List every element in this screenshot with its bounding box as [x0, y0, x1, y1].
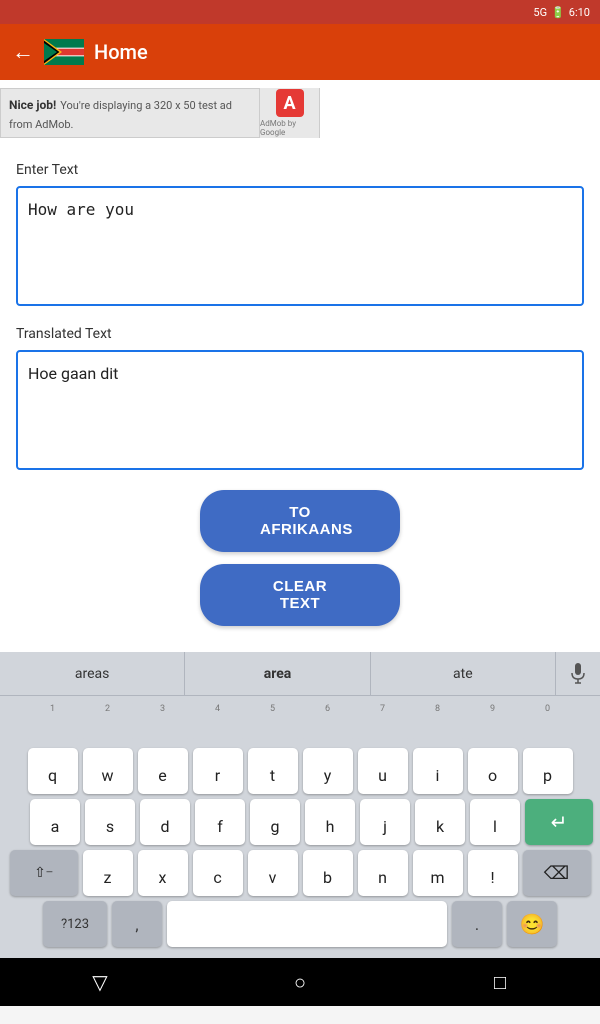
admob-logo: A AdMob by Google [259, 88, 319, 138]
key-exclaim[interactable]: ! [468, 850, 518, 896]
key-q[interactable]: q [28, 748, 78, 794]
key-u-num[interactable]: 7 [358, 701, 408, 743]
key-n[interactable]: n [358, 850, 408, 896]
clear-button[interactable]: CLEAR TEXT [200, 564, 400, 626]
mic-button[interactable] [556, 652, 600, 695]
back-button[interactable]: ← [12, 39, 34, 65]
ad-container: Nice job! You're displaying a 320 x 50 t… [0, 80, 600, 146]
signal-indicator: 5G [533, 6, 547, 19]
key-f[interactable]: f [195, 799, 245, 845]
key-period[interactable]: . [452, 901, 502, 947]
key-shift[interactable]: ⇧— [10, 850, 78, 896]
key-e[interactable]: e [138, 748, 188, 794]
key-b[interactable]: b [303, 850, 353, 896]
status-bar: 5G 🔋 6:10 [0, 0, 600, 24]
translate-button[interactable]: TO AFRIKAANS [200, 490, 400, 552]
nav-home-button[interactable]: ○ [270, 962, 330, 1002]
key-o[interactable]: o [468, 748, 518, 794]
nav-recent-button[interactable]: □ [470, 962, 530, 1002]
zxcv-row: ⇧— z x c v b n m ! ⌫ [0, 845, 600, 896]
key-a[interactable]: a [30, 799, 80, 845]
suggestion-area[interactable]: area [185, 652, 370, 695]
action-buttons: TO AFRIKAANS CLEAR TEXT [16, 490, 584, 626]
key-e-num[interactable]: 3 [138, 701, 188, 743]
key-l[interactable]: l [470, 799, 520, 845]
key-emoji[interactable]: 😊 [507, 901, 557, 947]
key-t-num[interactable]: 5 [248, 701, 298, 743]
asdf-row: a s d f g h j k l ↵ [0, 794, 600, 845]
enter-text-label: Enter Text [16, 162, 584, 178]
key-m[interactable]: m [413, 850, 463, 896]
admob-icon: A [276, 89, 304, 117]
bottom-nav: ▽ ○ □ [0, 958, 600, 1006]
keyboard: areas area ate 1 2 3 4 5 6 7 8 9 0 q w e… [0, 652, 600, 958]
number-row: 1 2 3 4 5 6 7 8 9 0 [0, 696, 600, 743]
battery-icon: 🔋 [551, 6, 565, 19]
key-i[interactable]: i [413, 748, 463, 794]
ad-text: Nice job! You're displaying a 320 x 50 t… [1, 90, 259, 136]
key-t[interactable]: t [248, 748, 298, 794]
key-d[interactable]: d [140, 799, 190, 845]
key-x[interactable]: x [138, 850, 188, 896]
key-y-num[interactable]: 6 [303, 701, 353, 743]
suggestion-ate[interactable]: ate [371, 652, 556, 695]
key-p[interactable]: p [523, 748, 573, 794]
key-v[interactable]: v [248, 850, 298, 896]
key-space[interactable] [167, 901, 447, 947]
nav-back-button[interactable]: ▽ [70, 962, 130, 1002]
key-comma[interactable]: , [112, 901, 162, 947]
ad-bold-text: Nice job! [9, 98, 56, 112]
main-content: Enter Text How are you Translated Text H… [0, 146, 600, 652]
key-i-num[interactable]: 8 [413, 701, 463, 743]
qwerty-row: q w e r t y u i o p [0, 743, 600, 794]
admob-byline: AdMob by Google [260, 119, 319, 137]
key-enter[interactable]: ↵ [525, 799, 593, 845]
key-k[interactable]: k [415, 799, 465, 845]
key-num-switch[interactable]: ?123 [43, 901, 107, 947]
key-g[interactable]: g [250, 799, 300, 845]
key-r[interactable]: r [193, 748, 243, 794]
key-c[interactable]: c [193, 850, 243, 896]
key-p-num[interactable]: 0 [523, 701, 573, 743]
key-u[interactable]: u [358, 748, 408, 794]
app-title: Home [94, 40, 148, 64]
bottom-row: ?123 , . 😊 [0, 896, 600, 952]
nav-bar: ← Home [0, 24, 600, 80]
time-display: 6:10 [569, 6, 590, 19]
key-y[interactable]: y [303, 748, 353, 794]
key-w[interactable]: w [83, 748, 133, 794]
key-backspace[interactable]: ⌫ [523, 850, 591, 896]
suggestions-row: areas area ate [0, 652, 600, 696]
key-w-num[interactable]: 2 [83, 701, 133, 743]
key-q-num[interactable]: 1 [28, 701, 78, 743]
key-z[interactable]: z [83, 850, 133, 896]
translated-text-label: Translated Text [16, 326, 584, 342]
key-h[interactable]: h [305, 799, 355, 845]
key-j[interactable]: j [360, 799, 410, 845]
input-text-area[interactable]: How are you [16, 186, 584, 306]
key-o-num[interactable]: 9 [468, 701, 518, 743]
translated-text-area: Hoe gaan dit [16, 350, 584, 470]
suggestion-areas[interactable]: areas [0, 652, 185, 695]
key-r-num[interactable]: 4 [193, 701, 243, 743]
ad-banner[interactable]: Nice job! You're displaying a 320 x 50 t… [0, 88, 320, 138]
flag-icon [44, 32, 84, 72]
key-s[interactable]: s [85, 799, 135, 845]
